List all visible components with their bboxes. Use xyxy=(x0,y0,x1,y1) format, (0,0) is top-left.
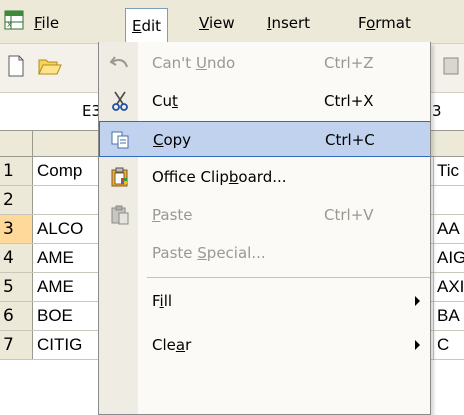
menu-item-undo[interactable]: Can't Undo Ctrl+Z xyxy=(99,45,430,81)
select-all-corner[interactable] xyxy=(0,131,33,156)
row-header[interactable]: 3 xyxy=(0,215,33,243)
cell-right[interactable]: Tic xyxy=(433,157,464,185)
cell-right[interactable]: BA xyxy=(433,302,464,330)
row-header[interactable]: 7 xyxy=(0,331,33,359)
menu-item-label: Copy xyxy=(153,131,192,149)
new-document-icon[interactable] xyxy=(6,54,26,78)
menu-separator xyxy=(147,277,430,278)
shortcut-label: Ctrl+X xyxy=(324,92,374,110)
menu-edit[interactable]: Edit xyxy=(125,8,169,42)
cell-right[interactable]: AXI xyxy=(433,273,464,301)
menu-item-label: Office Clipboard... xyxy=(152,168,287,186)
toolbar-partial-icon[interactable] xyxy=(441,54,463,78)
menu-item-copy[interactable]: Copy Ctrl+C xyxy=(99,121,430,157)
row-header[interactable]: 6 xyxy=(0,302,33,330)
cell-right[interactable]: C xyxy=(433,331,464,359)
menu-item-label: Fill xyxy=(152,292,173,310)
menu-format[interactable]: Format xyxy=(358,13,411,33)
menu-item-cut[interactable]: Cut Ctrl+X xyxy=(99,83,430,119)
svg-text:X: X xyxy=(7,21,12,29)
cell-right[interactable]: AA xyxy=(433,215,464,243)
menu-item-paste[interactable]: Paste Ctrl+V xyxy=(99,197,430,233)
menu-item-label: Paste xyxy=(152,206,193,224)
row-header[interactable]: 4 xyxy=(0,244,33,272)
name-box[interactable]: E3 xyxy=(0,93,107,130)
row-header[interactable]: 1 xyxy=(0,157,33,185)
menu-item-label: Can't Undo xyxy=(152,54,236,72)
menu-item-clear[interactable]: Clear xyxy=(99,327,430,363)
cell-right[interactable]: AIG xyxy=(433,244,464,272)
undo-icon xyxy=(109,56,128,68)
clipboard-icon xyxy=(111,167,128,187)
menu-view[interactable]: View xyxy=(199,13,235,33)
formula-content[interactable]: 3 xyxy=(432,93,442,130)
edit-menu-dropdown: Can't Undo Ctrl+Z Cut Ctrl+X Copy Ctrl+C xyxy=(98,42,431,415)
menu-item-label: Paste Special... xyxy=(152,244,266,262)
menu-file[interactable]: File xyxy=(34,13,59,33)
paste-icon xyxy=(111,205,129,225)
row-header[interactable]: 5 xyxy=(0,273,33,301)
copy-icon xyxy=(111,131,129,149)
menu-item-label: Cut xyxy=(152,92,178,110)
menu-bar: X File Edit View Insert Format xyxy=(0,0,464,44)
submenu-arrow-icon xyxy=(415,340,420,350)
menu-insert[interactable]: Insert xyxy=(267,13,310,33)
menu-item-office-clipboard[interactable]: Office Clipboard... xyxy=(99,159,430,195)
row-header[interactable]: 2 xyxy=(0,186,33,214)
submenu-arrow-icon xyxy=(415,296,420,306)
shortcut-label: Ctrl+Z xyxy=(324,54,374,72)
menu-item-label: Clear xyxy=(152,336,192,354)
menu-item-paste-special[interactable]: Paste Special... xyxy=(99,235,430,271)
menu-item-fill[interactable]: Fill xyxy=(99,283,430,319)
shortcut-label: Ctrl+C xyxy=(325,131,375,149)
cell-right[interactable] xyxy=(433,186,464,214)
excel-app-icon[interactable]: X xyxy=(4,10,24,30)
open-folder-icon[interactable] xyxy=(37,54,63,78)
scissors-icon xyxy=(112,91,128,111)
shortcut-label: Ctrl+V xyxy=(324,206,374,224)
